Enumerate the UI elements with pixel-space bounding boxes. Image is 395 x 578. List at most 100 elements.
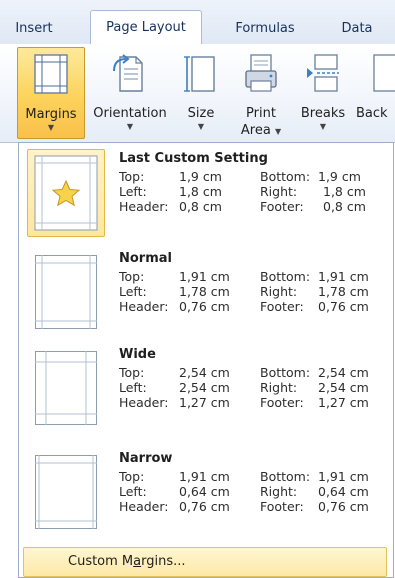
right-label: Right: [260,484,298,499]
chevron-down-icon: ▼ [126,122,134,131]
background-icon [368,53,395,99]
ribbon-page-setup-group: Margins ▼ Orientation ▼ Size ▼ Print Are… [0,44,395,143]
page-margins-icon [35,351,97,425]
print-area-icon [243,53,279,99]
footer-value: 0,76 cm [318,499,369,514]
print-area-label: Print Area ▼ [232,106,290,140]
tab-formulas[interactable]: Formulas [224,15,306,43]
top-label: Top: [119,365,145,380]
background-button[interactable]: Back [354,47,395,139]
header-label: Header: [119,499,169,514]
orientation-label: Orientation [93,106,167,121]
footer-value: 1,27 cm [318,395,369,410]
tab-insert[interactable]: Insert [6,15,62,43]
footer-label: Footer: [260,499,304,514]
normal-thumbnail [35,255,97,329]
left-label: Left: [119,284,147,299]
ribbon-tab-bar: Insert Page Layout Formulas Data [0,0,395,45]
menu-item-title: Normal [119,251,172,266]
bottom-value: 2,54 cm [318,365,369,380]
header-value: 0,8 cm [179,199,222,214]
left-label: Left: [119,380,147,395]
size-button[interactable]: Size ▼ [176,47,226,139]
print-area-button[interactable]: Print Area ▼ [232,47,290,139]
breaks-button[interactable]: Breaks ▼ [294,47,352,139]
right-value: 0,64 cm [318,484,369,499]
bottom-value: 1,91 cm [318,269,369,284]
custom-margins-button[interactable]: Custom Margins... [23,547,387,577]
page-margins-icon [35,455,97,529]
left-value: 0,64 cm [179,484,230,499]
left-value: 1,8 cm [179,184,222,199]
wide-thumbnail [35,351,97,425]
top-label: Top: [119,269,145,284]
footer-value: 0,76 cm [318,299,369,314]
menu-item-wide[interactable]: Wide Top: 2,54 cm Bottom: 2,54 cm Left: … [27,343,387,435]
excel-page-layout-margins-menu: Insert Page Layout Formulas Data Margins… [0,0,395,578]
print-area-label-line2: Area [240,123,271,138]
menu-item-normal[interactable]: Normal Top: 1,91 cm Bottom: 1,91 cm Left… [27,247,387,339]
menu-item-title: Narrow [119,451,173,466]
header-label: Header: [119,199,169,214]
header-label: Header: [119,395,169,410]
top-value: 1,91 cm [179,269,230,284]
right-label: Right: [260,380,298,395]
last-custom-thumbnail [27,149,105,237]
bottom-label: Bottom: [260,365,311,380]
menu-footer: Custom Margins... [19,541,393,578]
size-label: Size [187,106,215,121]
top-value: 1,91 cm [179,469,230,484]
footer-value: 0,8 cm [323,199,366,214]
right-label: Right: [260,184,298,199]
background-label: Back [356,106,388,121]
menu-item-title: Last Custom Setting [119,151,268,166]
bottom-value: 1,91 cm [318,469,369,484]
margins-button[interactable]: Margins ▼ [17,47,85,139]
footer-label: Footer: [260,299,304,314]
orientation-button[interactable]: Orientation ▼ [88,47,172,139]
menu-item-title: Wide [119,347,156,362]
custom-margins-label: Custom Margins... [68,554,186,569]
chevron-down-icon: ▼ [197,122,205,131]
header-value: 0,76 cm [179,499,230,514]
breaks-label: Breaks [300,106,346,121]
tab-page-layout[interactable]: Page Layout [90,10,202,45]
orientation-icon [110,53,150,99]
margins-icon [34,54,68,98]
top-value: 2,54 cm [179,365,230,380]
left-label: Left: [119,484,147,499]
left-label: Left: [119,184,147,199]
chevron-down-icon: ▼ [274,127,282,136]
top-label: Top: [119,169,145,184]
footer-label: Footer: [260,395,304,410]
size-icon [184,53,218,99]
header-label: Header: [119,299,169,314]
right-label: Right: [260,284,298,299]
custom-margins-label-post: rgins... [141,554,186,569]
star-page-icon [34,155,98,231]
tab-data[interactable]: Data [332,15,382,43]
page-margins-icon [35,255,97,329]
bottom-label: Bottom: [260,169,311,184]
margins-dropdown-menu: Last Custom Setting Top: 1,9 cm Bottom: … [18,142,394,578]
bottom-value: 1,9 cm [318,169,361,184]
right-value: 1,8 cm [323,184,366,199]
breaks-icon [305,53,341,99]
menu-item-narrow[interactable]: Narrow Top: 1,91 cm Bottom: 1,91 cm Left… [27,447,387,539]
menu-item-last-custom-setting[interactable]: Last Custom Setting Top: 1,9 cm Bottom: … [27,149,387,241]
header-value: 0,76 cm [179,299,230,314]
custom-margins-label-accesskey: a [133,554,142,569]
chevron-down-icon: ▼ [319,122,327,131]
margins-label: Margins [25,107,77,122]
print-area-label-line1: Print [246,106,276,121]
top-value: 1,9 cm [179,169,222,184]
narrow-thumbnail [35,455,97,529]
custom-margins-label-pre: Custom M [68,554,134,569]
top-label: Top: [119,469,145,484]
bottom-label: Bottom: [260,269,311,284]
bottom-label: Bottom: [260,469,311,484]
chevron-down-icon: ▼ [47,123,55,132]
header-value: 1,27 cm [179,395,230,410]
footer-label: Footer: [260,199,304,214]
left-value: 2,54 cm [179,380,230,395]
